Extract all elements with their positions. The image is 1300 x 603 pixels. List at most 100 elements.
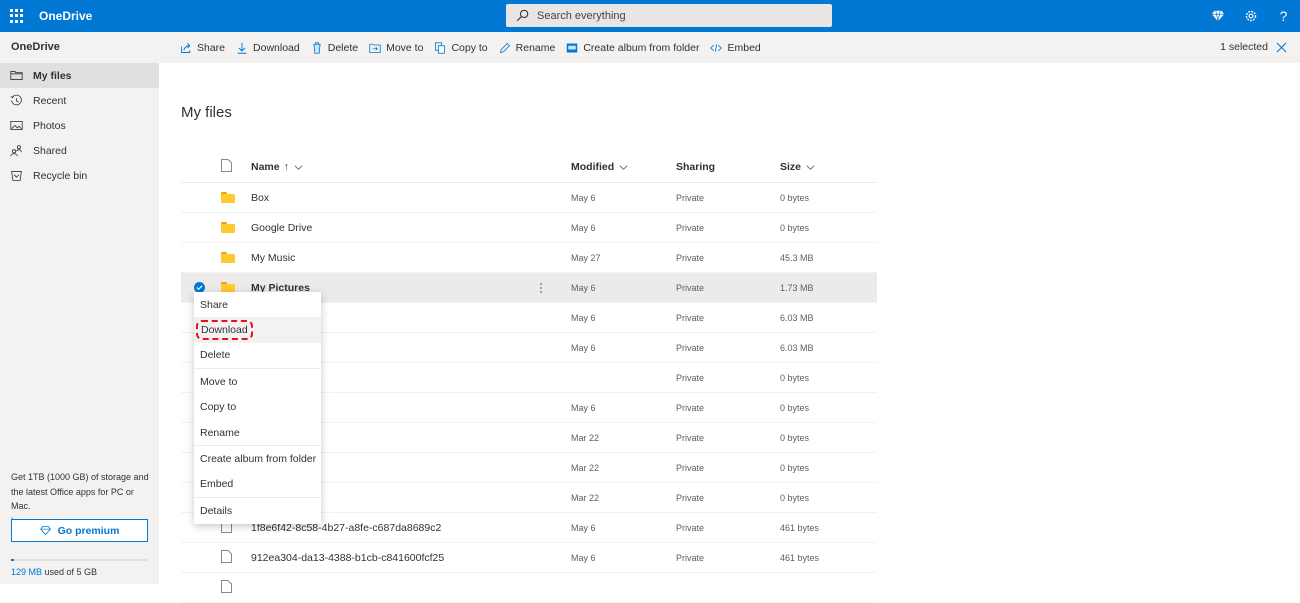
copy-to-command-label: Copy to — [451, 41, 488, 54]
quota-used: 129 MB — [11, 567, 43, 577]
row-sharing: Private — [676, 462, 705, 473]
row-type-icon — [217, 252, 251, 263]
sidebar-item-label: Recycle bin — [33, 169, 88, 182]
search-input[interactable] — [537, 9, 817, 22]
row-size: 461 bytes — [780, 522, 820, 533]
table-row[interactable]: 912ea304-da13-4388-b1cb-c841600fcf25 May … — [181, 543, 877, 573]
copy-to-icon — [435, 41, 446, 54]
row-size: 6.03 MB — [780, 312, 814, 323]
row-name[interactable]: Box — [251, 192, 571, 204]
storage-quota-text[interactable]: 129 MB used of 5 GB — [11, 567, 97, 577]
download-command-label: Download — [253, 41, 300, 54]
context-menu-item-label: Details — [200, 504, 233, 517]
row-name[interactable]: 912ea304-da13-4388-b1cb-c841600fcf25 — [251, 552, 571, 564]
row-sharing: Private — [676, 492, 705, 503]
row-sharing: Private — [676, 522, 705, 533]
settings-gear-icon[interactable] — [1234, 0, 1267, 32]
context-menu-item-create-album-from-folder[interactable]: Create album from folder — [194, 446, 321, 471]
file-icon — [221, 579, 232, 596]
context-menu-item-details[interactable]: Details — [194, 498, 321, 523]
table-row[interactable]: Google Drive May 6 Private 0 bytes — [181, 213, 877, 243]
delete-command[interactable]: Delete — [311, 42, 358, 54]
file-type-header[interactable] — [217, 159, 251, 175]
size-column-header[interactable]: Size — [780, 161, 877, 173]
context-menu-item-download[interactable]: Download — [194, 317, 321, 343]
file-type-icon — [221, 159, 232, 172]
row-modified: May 6 — [571, 522, 596, 533]
row-name[interactable]: My Music — [251, 252, 571, 264]
context-menu-item-move-to[interactable]: Move to — [194, 369, 321, 394]
selected-count: 1 selected — [1220, 41, 1268, 53]
row-name[interactable]: Google Drive — [251, 222, 571, 234]
context-menu-item-share[interactable]: Share — [194, 292, 321, 317]
sidebar-item-label: Recent — [33, 94, 67, 107]
folder-icon — [10, 71, 23, 80]
row-sharing: Private — [676, 192, 705, 203]
help-icon[interactable]: ? — [1267, 0, 1300, 32]
sidebar-item-recycle-bin[interactable]: Recycle bin — [0, 163, 159, 188]
app-launcher-icon[interactable] — [10, 9, 24, 23]
sidebar-item-shared[interactable]: Shared — [0, 138, 159, 163]
row-modified: May 6 — [571, 222, 596, 233]
app-brand[interactable]: OneDrive — [39, 9, 92, 23]
table-row[interactable] — [181, 573, 877, 603]
row-modified: Mar 22 — [571, 462, 600, 473]
quota-rest: used of 5 GB — [42, 567, 98, 577]
context-menu: Share Download Delete Move to Copy to Rename C… — [194, 292, 321, 524]
folder-icon — [221, 192, 235, 203]
shared-icon — [10, 145, 22, 157]
chevron-down-icon — [619, 164, 628, 170]
recent-icon — [10, 94, 22, 106]
command-list: Share Download Delete Move to Copy to Re… — [180, 32, 772, 63]
context-menu-item-label: Move to — [200, 375, 238, 388]
name-column-header[interactable]: Name ↑ — [251, 161, 571, 173]
modified-column-header[interactable]: Modified — [571, 161, 676, 173]
go-premium-button[interactable]: Go premium — [11, 519, 148, 542]
command-bar: OneDrive Share Download Delete Move to C… — [0, 32, 1300, 63]
copy-to-command[interactable]: Copy to — [434, 41, 488, 54]
sidebar-item-recent[interactable]: Recent — [0, 88, 159, 113]
row-size: 0 bytes — [780, 222, 810, 233]
row-sharing: Private — [676, 312, 705, 323]
context-menu-item-rename[interactable]: Rename — [194, 420, 321, 445]
go-premium-label: Go premium — [57, 524, 120, 537]
search-box[interactable] — [506, 4, 832, 27]
context-menu-item-copy-to[interactable]: Copy to — [194, 395, 321, 420]
sidebar-item-photos[interactable]: Photos — [0, 113, 159, 138]
row-sharing: Private — [676, 282, 705, 293]
size-header-label: Size — [780, 161, 802, 173]
breadcrumb[interactable]: OneDrive — [11, 41, 60, 53]
embed-command-label: Embed — [727, 41, 761, 54]
more-options-icon[interactable] — [537, 281, 545, 295]
rename-icon — [499, 42, 510, 53]
row-sharing: Private — [676, 342, 705, 353]
download-icon — [237, 42, 247, 54]
move-to-command[interactable]: Move to — [369, 42, 423, 54]
row-size: 461 bytes — [780, 552, 820, 563]
create-album-command[interactable]: Create album from folder — [566, 42, 699, 54]
table-row[interactable]: Box May 6 Private 0 bytes — [181, 183, 877, 213]
premium-diamond-icon[interactable] — [1201, 0, 1234, 32]
row-sharing: Private — [676, 432, 705, 443]
sharing-header-label: Sharing — [676, 161, 716, 173]
sidebar-item-label: My files — [33, 69, 72, 82]
download-command[interactable]: Download — [236, 42, 300, 54]
table-row[interactable]: My Music May 27 Private 45.3 MB — [181, 243, 877, 273]
file-list-header: Name ↑ Modified Sharing Size — [181, 152, 877, 183]
sidebar-item-my-files[interactable]: My files — [0, 63, 159, 88]
share-command[interactable]: Share — [180, 42, 225, 54]
diamond-icon — [39, 525, 51, 536]
rename-command[interactable]: Rename — [499, 42, 555, 54]
row-sharing: Private — [676, 552, 705, 563]
clear-selection-close-icon[interactable] — [1276, 42, 1287, 53]
row-size: 45.3 MB — [780, 252, 814, 263]
photos-icon — [10, 121, 23, 130]
sharing-column-header[interactable]: Sharing — [676, 161, 780, 173]
context-menu-item-delete[interactable]: Delete — [194, 343, 321, 368]
top-icons: ? — [1201, 0, 1300, 32]
embed-command[interactable]: Embed — [710, 41, 761, 54]
help-glyph: ? — [1279, 8, 1288, 24]
row-modified: May 27 — [571, 252, 601, 263]
promo-text: Get 1TB (1000 GB) of storage and the lat… — [11, 472, 149, 511]
context-menu-item-embed[interactable]: Embed — [194, 472, 321, 497]
